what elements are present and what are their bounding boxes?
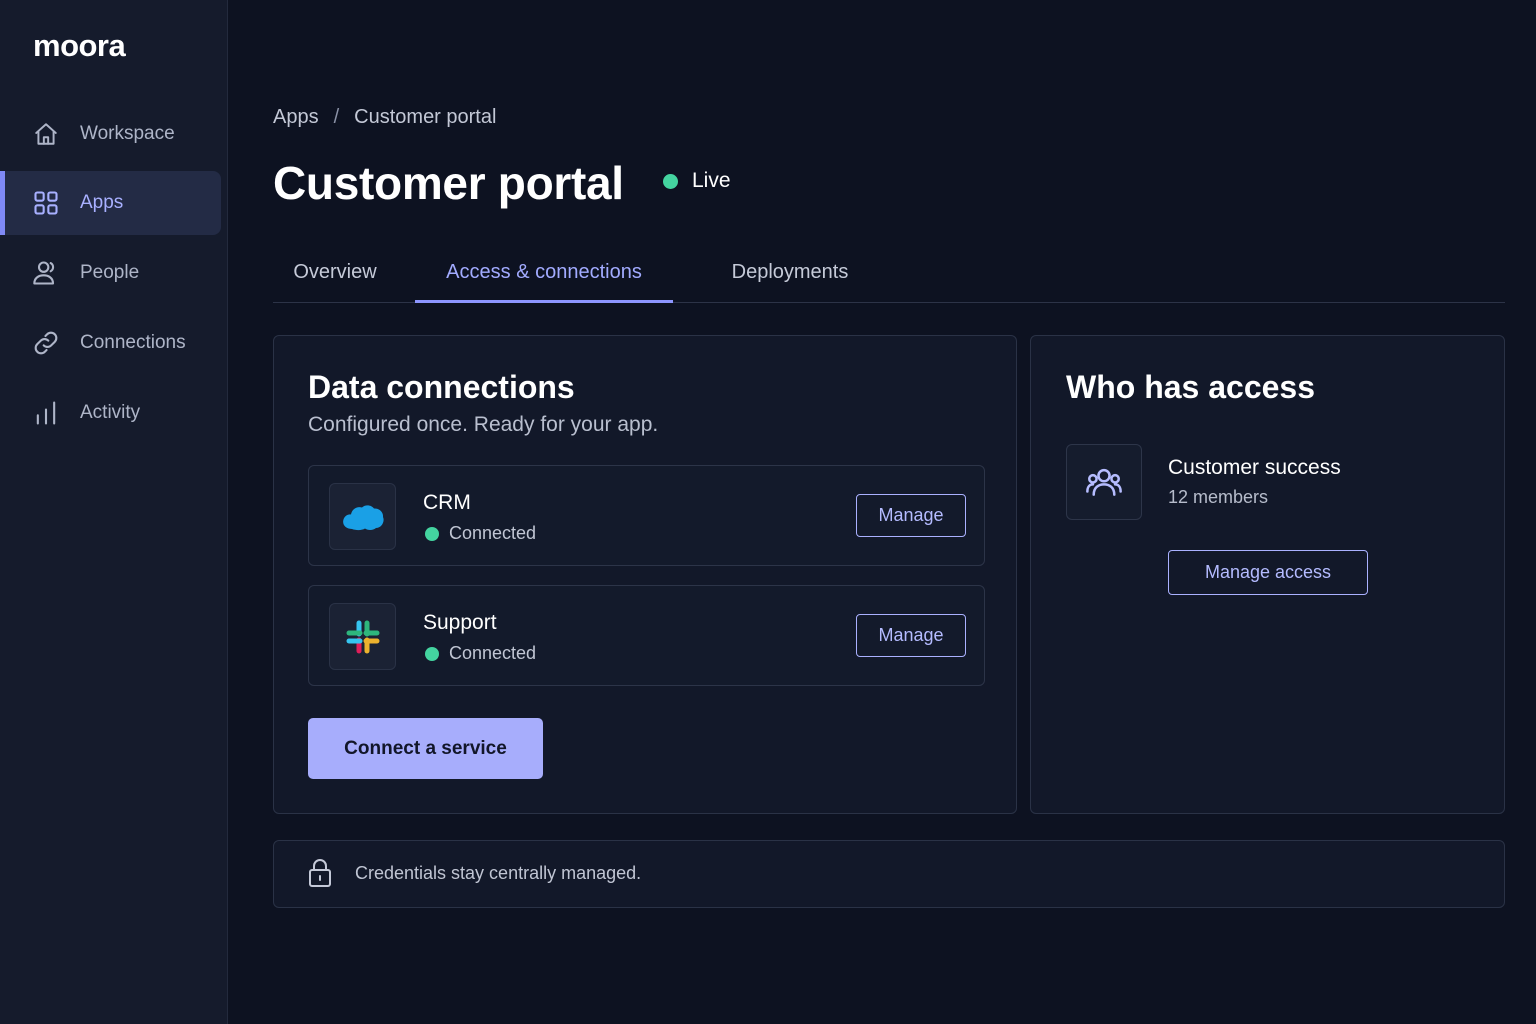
connection-status: Connected <box>425 523 536 544</box>
home-icon <box>32 120 60 148</box>
credentials-note-text: Credentials stay centrally managed. <box>355 863 642 883</box>
breadcrumb: Apps / Customer portal <box>273 106 496 129</box>
connection-status-label: Connected <box>449 523 537 543</box>
sidebar-item-apps[interactable]: Apps <box>0 171 221 235</box>
bar-chart-icon <box>32 399 60 427</box>
connection-status-label: Connected <box>449 643 537 663</box>
access-card: Who has access Customer success 12 membe… <box>1030 335 1505 814</box>
brand-logo[interactable]: moora <box>33 28 126 64</box>
status-label: Live <box>692 169 731 192</box>
group-name: Customer success <box>1168 456 1341 479</box>
manage-crm-button[interactable]: Manage <box>856 494 966 537</box>
sidebar: moora Workspace Apps People Connections … <box>0 0 228 1024</box>
manage-access-button[interactable]: Manage access <box>1168 550 1368 595</box>
sidebar-item-label: Activity <box>80 402 141 423</box>
tab-overview[interactable]: Overview <box>285 250 385 303</box>
breadcrumb-parent[interactable]: Apps <box>273 106 319 129</box>
user-icon <box>32 259 60 287</box>
manage-support-button[interactable]: Manage <box>856 614 966 657</box>
connection-name: CRM <box>423 491 471 514</box>
connect-service-button[interactable]: Connect a service <box>308 718 543 779</box>
access-title: Who has access <box>1066 369 1315 405</box>
status-badge: Live <box>663 169 731 193</box>
breadcrumb-current: Customer portal <box>354 106 497 128</box>
sidebar-item-label: Apps <box>80 192 124 213</box>
group-member-count: 12 members <box>1168 487 1269 507</box>
tab-deployments[interactable]: Deployments <box>725 250 855 303</box>
cloud-icon <box>329 483 396 550</box>
status-dot-icon <box>663 173 678 189</box>
sidebar-item-activity[interactable]: Activity <box>0 381 221 445</box>
sidebar-item-workspace[interactable]: Workspace <box>0 102 221 166</box>
tab-bar: Overview Access & connections Deployment… <box>273 250 1505 303</box>
breadcrumb-separator: / <box>333 106 340 128</box>
sidebar-item-label: People <box>80 262 140 283</box>
sidebar-item-people[interactable]: People <box>0 241 221 305</box>
sidebar-item-label: Workspace <box>80 123 175 144</box>
users-icon <box>1066 444 1142 520</box>
status-dot-icon <box>425 646 439 661</box>
lock-icon <box>307 857 333 894</box>
data-connections-subtitle: Configured once. Ready for your app. <box>308 413 659 436</box>
hash-logo-icon <box>329 603 396 670</box>
credentials-note: Credentials stay centrally managed. <box>273 840 1505 908</box>
connection-row-support: Support Connected Manage <box>308 585 985 686</box>
connection-row-crm: CRM Connected Manage <box>308 465 985 566</box>
data-connections-title: Data connections <box>308 369 575 405</box>
page-title: Customer portal <box>273 157 624 209</box>
grid-icon <box>32 189 60 217</box>
sidebar-item-connections[interactable]: Connections <box>0 311 221 375</box>
connection-name: Support <box>423 611 497 634</box>
connection-status: Connected <box>425 643 536 664</box>
link-icon <box>32 329 60 357</box>
data-connections-card: Data connections Configured once. Ready … <box>273 335 1017 814</box>
status-dot-icon <box>425 526 439 541</box>
tab-access-connections[interactable]: Access & connections <box>415 250 673 303</box>
sidebar-item-label: Connections <box>80 332 186 353</box>
